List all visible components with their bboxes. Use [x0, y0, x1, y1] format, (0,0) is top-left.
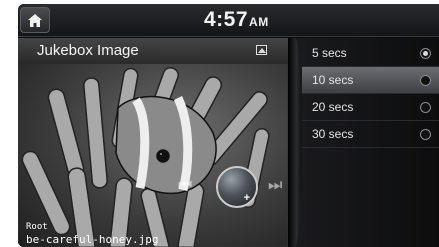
interval-option-30[interactable]: 30 secs — [302, 121, 439, 148]
file-name: be-careful-honey.jpg — [26, 233, 159, 246]
radio-unchecked-icon — [420, 129, 431, 140]
interval-option-5[interactable]: 5 secs — [302, 40, 439, 67]
interval-label: 20 secs — [312, 100, 354, 114]
viewer-title: Jukebox Image — [37, 42, 139, 59]
radio-unchecked-icon — [420, 102, 431, 113]
clock: 4:57AM — [204, 8, 269, 32]
zoom-in-button[interactable] — [216, 166, 258, 208]
radio-checked-icon — [420, 48, 431, 59]
interval-label: 10 secs — [312, 73, 354, 87]
interval-option-10[interactable]: 10 secs — [302, 67, 439, 94]
slideshow-interval-list: 5 secs 10 secs 20 secs 30 secs — [288, 38, 439, 247]
clock-ampm: AM — [249, 15, 269, 29]
head-unit-screen: 4:57AM Jukebox Image ⏮ + ⏭ Root be-caref… — [18, 4, 439, 247]
photo-content — [18, 38, 288, 247]
viewer-title-bar: Jukebox Image — [18, 38, 288, 64]
image-viewer[interactable]: Jukebox Image ⏮ ⏭ Root be-careful-honey.… — [18, 38, 288, 247]
interval-label: 30 secs — [312, 127, 354, 141]
home-icon — [28, 13, 42, 27]
list-divider — [288, 38, 302, 247]
previous-button[interactable]: ⏮ — [178, 177, 192, 195]
interval-option-20[interactable]: 20 secs — [302, 94, 439, 121]
clock-time: 4:57 — [204, 8, 249, 31]
status-bar: 4:57AM — [18, 4, 439, 37]
folder-label: Root — [26, 222, 48, 232]
home-button[interactable] — [20, 7, 50, 33]
image-icon — [256, 45, 267, 55]
interval-label: 5 secs — [312, 46, 347, 60]
next-button[interactable]: ⏭ — [268, 177, 282, 195]
radio-unchecked-icon — [420, 75, 431, 86]
